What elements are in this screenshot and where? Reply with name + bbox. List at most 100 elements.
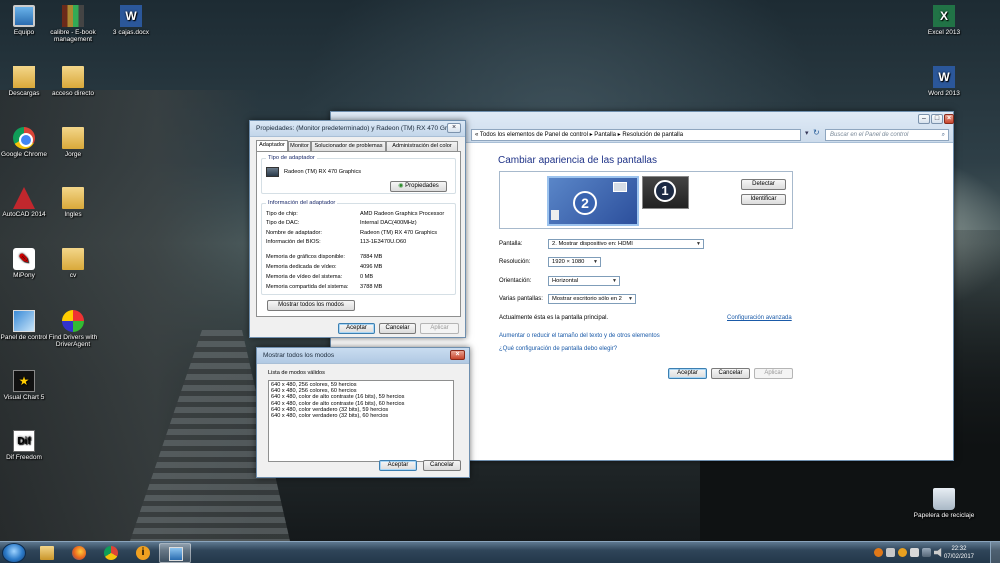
- display-select[interactable]: 2. Mostrar dispositivo en: HDMI ▼: [548, 239, 704, 249]
- clock[interactable]: 22:32 07/02/2017: [944, 545, 974, 561]
- start-button[interactable]: [2, 543, 26, 563]
- driveragent-icon: [62, 310, 84, 332]
- list-item[interactable]: 640 x 480, color verdadero (32 bits), 60…: [271, 413, 451, 419]
- desktop-icon-ingles[interactable]: Ingles: [42, 187, 104, 218]
- taskbar-firefox[interactable]: [63, 543, 95, 563]
- search-icon: ⌕: [941, 132, 945, 138]
- flag-icon[interactable]: [910, 548, 919, 557]
- tab-adaptador[interactable]: Adaptador: [256, 140, 288, 151]
- resolution-value: 1920 × 1080: [552, 259, 585, 265]
- apply-button[interactable]: Aplicar: [754, 368, 793, 379]
- cancel-button[interactable]: Cancelar: [711, 368, 750, 379]
- memory-system-video-label: Memoria de vídeo del sistema:: [266, 274, 343, 280]
- monitor-number: 2: [573, 191, 597, 215]
- tab-administracion-color[interactable]: Administración del color: [386, 141, 458, 151]
- control-panel-icon: [13, 310, 35, 332]
- multiple-displays-value: Mostrar escritorio sólo en 2: [552, 296, 622, 302]
- ok-button[interactable]: Aceptar: [338, 323, 375, 334]
- network-icon[interactable]: [922, 548, 931, 557]
- taskbar-display-settings[interactable]: [159, 543, 191, 563]
- show-all-modes-button[interactable]: Mostrar todos los modos: [267, 300, 355, 311]
- search-input[interactable]: Buscar en el Panel de control ⌕: [825, 129, 949, 141]
- address-dropdown-icon[interactable]: ▾: [805, 129, 809, 137]
- chevron-down-icon: ▼: [593, 259, 598, 265]
- dialog-titlebar: Mostrar todos los modos ×: [257, 348, 469, 364]
- text-size-link[interactable]: Aumentar o reducir el tamaño del texto y…: [499, 333, 660, 339]
- monitor-1[interactable]: 1: [642, 176, 689, 209]
- desktop-icon-recycle-bin[interactable]: Papelera de reciclaje: [913, 488, 975, 519]
- word-doc-icon: W: [120, 5, 142, 27]
- bios-value: 113-1E3470U.O60: [360, 239, 407, 245]
- memory-shared-value: 3788 MB: [360, 284, 383, 290]
- refresh-icon[interactable]: ↻: [813, 128, 820, 137]
- monitor-arrangement[interactable]: 2 1 Detectar Identificar: [499, 171, 793, 229]
- ok-button[interactable]: Aceptar: [379, 460, 417, 471]
- chevron-down-icon: ▼: [628, 296, 633, 302]
- address-bar[interactable]: « Todos los elementos de Panel de contro…: [471, 129, 801, 141]
- taskbar-explorer[interactable]: [31, 543, 63, 563]
- desktop-icon-excel[interactable]: X Excel 2013: [913, 5, 975, 36]
- volume-icon[interactable]: [934, 548, 942, 557]
- calibre-icon: [62, 5, 84, 27]
- tray-app-icon[interactable]: [886, 548, 895, 557]
- desktop-icon-label: Word 2013: [928, 90, 960, 97]
- display-value: 2. Mostrar dispositivo en: HDMI: [552, 241, 633, 247]
- tray-update-icon[interactable]: [898, 548, 907, 557]
- memory-system-video-value: 0 MB: [360, 274, 374, 280]
- tab-solucionador[interactable]: Solucionador de problemas: [311, 141, 386, 151]
- modes-listbox[interactable]: 640 x 480, 256 colores, 59 hercios 640 x…: [268, 380, 454, 462]
- desktop-icon-label: Excel 2013: [927, 29, 961, 36]
- desktop-icon-label: MiPony: [13, 272, 35, 279]
- display-label: Pantalla:: [499, 241, 523, 247]
- desktop-icon-cv[interactable]: cv: [42, 248, 104, 279]
- tab-panel: Tipo de adaptador Radeon (TM) RX 470 Gra…: [256, 151, 461, 317]
- taskbar: i 22:32 07/02/2017: [0, 541, 1000, 563]
- monitor-2[interactable]: 2: [547, 176, 639, 226]
- explorer-icon: [40, 546, 54, 560]
- adapter-properties-dialog: Propiedades: (Monitor predeterminado) y …: [249, 120, 466, 338]
- desktop-thumbnail-icon: [551, 210, 559, 220]
- maximize-button[interactable]: □: [931, 114, 943, 124]
- monitor-number: 1: [654, 180, 676, 202]
- desktop-icon-jorge[interactable]: Jorge: [42, 127, 104, 158]
- desktop-icon-word[interactable]: W Word 2013: [913, 66, 975, 97]
- multiple-displays-select[interactable]: Mostrar escritorio sólo en 2 ▼: [548, 294, 636, 304]
- close-button[interactable]: ×: [450, 350, 465, 360]
- close-button[interactable]: ×: [944, 114, 954, 124]
- orientation-select[interactable]: Horizontal ▼: [548, 276, 620, 286]
- dialog-title: Mostrar todos los modos: [263, 352, 335, 359]
- desktop-icon-dif-freedom[interactable]: Dif Dif Freedom: [0, 430, 55, 461]
- show-desktop-button[interactable]: [990, 542, 1000, 563]
- minimize-button[interactable]: –: [918, 114, 930, 124]
- chrome-icon: [104, 546, 118, 560]
- tray-info-icon[interactable]: [874, 548, 883, 557]
- close-button[interactable]: ×: [447, 123, 461, 133]
- properties-button[interactable]: ◉ Propiedades: [390, 181, 447, 192]
- desktop-icon-3-cajas[interactable]: W 3 cajas.docx: [100, 5, 162, 36]
- ok-button[interactable]: Aceptar: [668, 368, 707, 379]
- desktop-icon-label: cv: [69, 272, 77, 279]
- taskbar-info-app[interactable]: i: [127, 543, 159, 563]
- cancel-button[interactable]: Cancelar: [423, 460, 461, 471]
- taskbar-chrome[interactable]: [95, 543, 127, 563]
- desktop-icon-visual-chart[interactable]: ★ Visual Chart 5: [0, 370, 55, 401]
- desktop-icon-driveragent[interactable]: Find Drivers with DriverAgent: [42, 310, 104, 349]
- chevron-down-icon: ▼: [696, 241, 701, 247]
- advanced-settings-link[interactable]: Configuración avanzada: [727, 315, 792, 321]
- detect-button[interactable]: Detectar: [741, 179, 786, 190]
- tab-monitor[interactable]: Monitor: [288, 141, 311, 151]
- identify-button[interactable]: Identificar: [741, 194, 786, 205]
- visual-chart-icon: ★: [13, 370, 35, 392]
- cancel-button[interactable]: Cancelar: [379, 323, 416, 334]
- adapter-name-label: Nombre de adaptador:: [266, 230, 322, 236]
- desktop-icon-label: Ingles: [64, 211, 82, 218]
- resolution-select[interactable]: 1920 × 1080 ▼: [548, 257, 601, 267]
- memory-shared-label: Memoria compartida del sistema:: [266, 284, 349, 290]
- desktop-icon-label: Google Chrome: [1, 151, 47, 158]
- excel-icon: X: [933, 5, 955, 27]
- desktop-icon-acceso-directo[interactable]: acceso directo: [42, 66, 104, 97]
- apply-button[interactable]: Aplicar: [420, 323, 459, 334]
- desktop-icon-calibre[interactable]: calibre - E-book management: [42, 5, 104, 44]
- info-app-icon: i: [136, 546, 150, 560]
- which-settings-link[interactable]: ¿Qué configuración de pantalla debo eleg…: [499, 346, 617, 352]
